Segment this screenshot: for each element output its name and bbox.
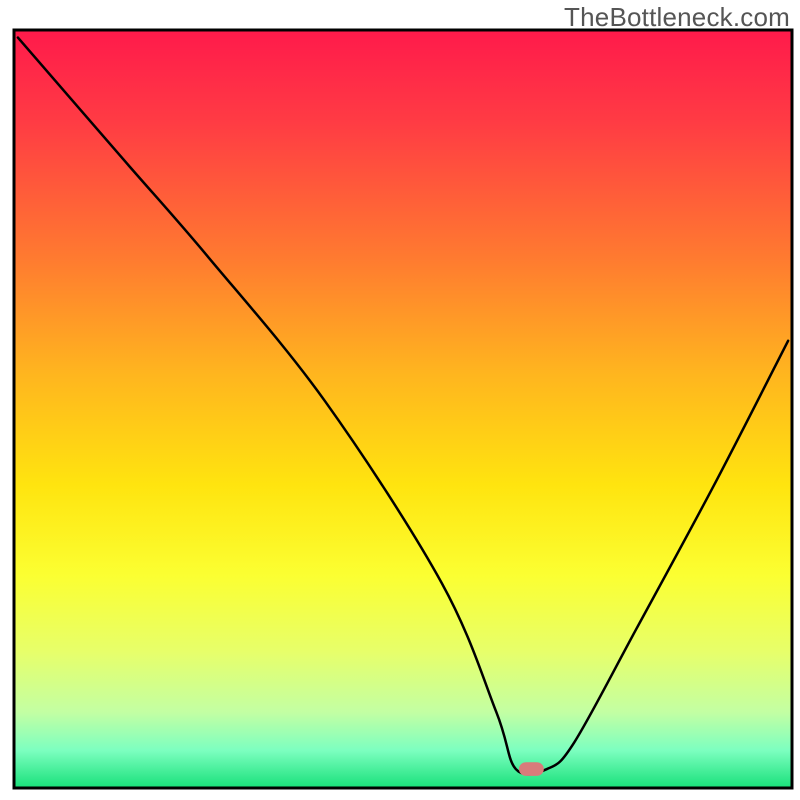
chart-background [14, 30, 792, 788]
optimal-marker [519, 762, 544, 776]
chart-canvas [0, 0, 800, 800]
bottleneck-chart: TheBottleneck.com [0, 0, 800, 800]
watermark-text: TheBottleneck.com [564, 2, 790, 33]
